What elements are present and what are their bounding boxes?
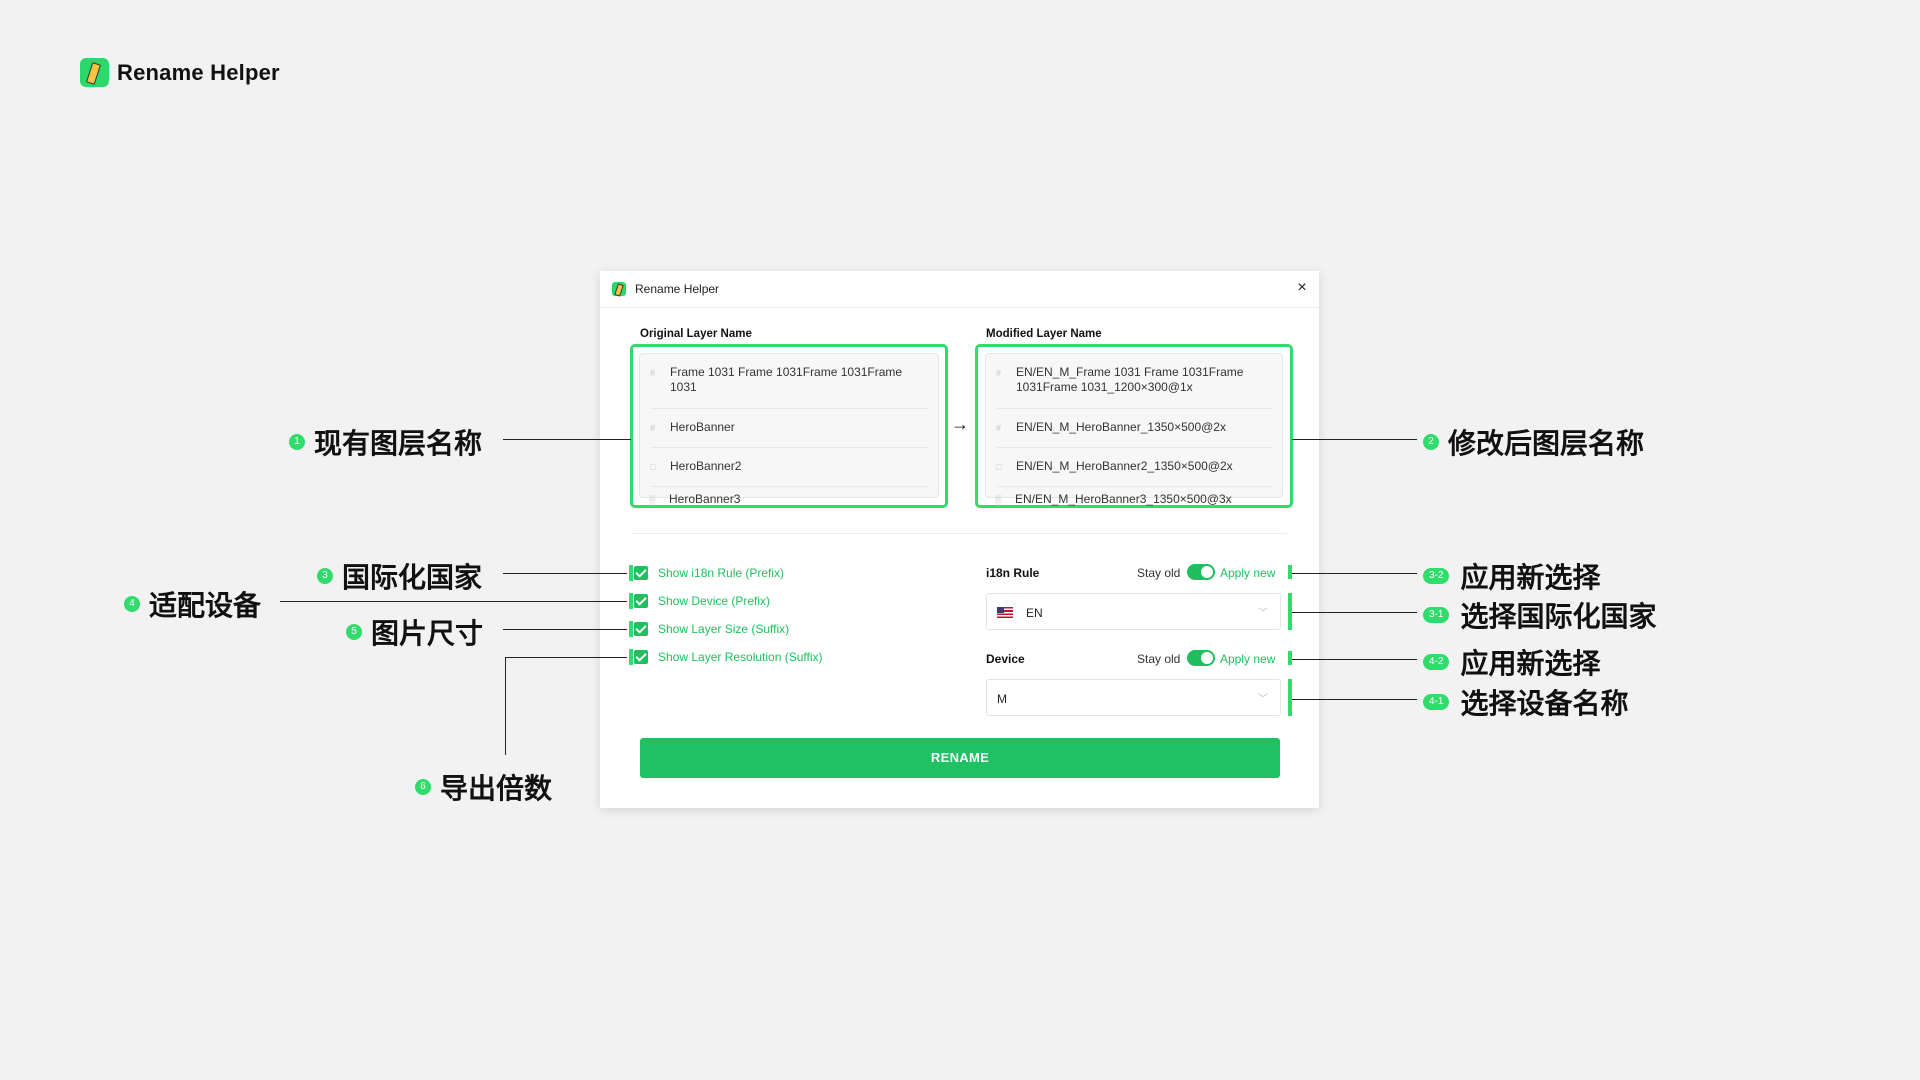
checkbox[interactable]	[634, 650, 648, 664]
annotation-badge: 2	[1423, 434, 1439, 450]
annotation-2: 2 修改后图层名称	[1423, 422, 1644, 462]
stay-old-label: Stay old	[1137, 652, 1181, 666]
layer-name: HeroBanner	[670, 420, 735, 434]
stay-old-label: Stay old	[1137, 566, 1181, 580]
annotation-text: 国际化国家	[342, 561, 483, 594]
window-titlebar: Rename Helper ×	[600, 271, 1319, 308]
annotation-badge: 6	[415, 779, 431, 795]
annotation-badge: 3	[317, 568, 333, 584]
modified-layer-list: # EN/EN_M_Frame 1031 Frame 1031Frame 103…	[985, 353, 1283, 498]
apply-new-label: Apply new	[1220, 566, 1276, 580]
original-label: Original Layer Name	[640, 328, 752, 340]
plugin-window: Rename Helper × Original Layer Name # Fr…	[600, 271, 1319, 808]
list-item[interactable]: # EN/EN_M_HeroBanner_1350×500@2x	[986, 420, 1282, 435]
frame-icon: #	[996, 423, 1002, 433]
annotation-3: 3 国际化国家	[317, 556, 482, 596]
option-show-device[interactable]: Show Device (Prefix)	[634, 594, 770, 608]
rectangle-icon: □	[996, 462, 1002, 472]
modified-label: Modified Layer Name	[986, 328, 1102, 340]
annotation-text: 导出倍数	[440, 772, 553, 805]
list-item[interactable]: # HeroBanner	[640, 420, 938, 435]
layer-name: EN/EN_M_Frame 1031 Frame 1031Frame 1031F…	[1016, 365, 1244, 394]
i18n-rule-label: i18n Rule	[986, 566, 1040, 580]
option-label: Show Device (Prefix)	[658, 594, 771, 608]
annotation-text: 应用新选择	[1460, 561, 1601, 594]
annotation-badge: 5	[346, 624, 362, 640]
layer-name: Frame 1031 Frame 1031Frame 1031Frame 103…	[670, 365, 903, 394]
option-show-resolution[interactable]: Show Layer Resolution (Suffix)	[634, 650, 823, 664]
layer-name: HeroBanner3	[669, 492, 741, 506]
annotation-badge: 3-1	[1423, 607, 1450, 623]
option-label: Show Layer Resolution (Suffix)	[658, 650, 823, 664]
annotation-3-1: 3-1 选择国际化国家	[1423, 595, 1656, 635]
layer-name: EN/EN_M_HeroBanner3_1350×500@3x	[1015, 492, 1232, 506]
apply-new-label: Apply new	[1220, 652, 1276, 666]
checkbox[interactable]	[634, 594, 648, 608]
window-title: Rename Helper	[635, 282, 720, 296]
annotation-badge: 3-2	[1423, 568, 1450, 584]
option-label: Show i18n Rule (Prefix)	[658, 566, 785, 580]
option-label: Show Layer Size (Suffix)	[658, 622, 790, 636]
annotation-4: 4 适配设备	[124, 584, 261, 624]
annotation-text: 现有图层名称	[314, 427, 483, 460]
close-icon[interactable]: ×	[1294, 280, 1310, 296]
device-value: M	[997, 692, 1007, 706]
annotation-6: 6 导出倍数	[415, 767, 552, 807]
brand-title: Rename Helper	[117, 59, 280, 85]
brand: Rename Helper	[80, 58, 280, 87]
option-show-size[interactable]: Show Layer Size (Suffix)	[634, 622, 789, 636]
annotation-4-1: 4-1 选择设备名称	[1423, 682, 1628, 722]
annotation-badge: 4	[124, 596, 140, 612]
annotation-badge: 4-2	[1423, 654, 1450, 670]
frame-icon: #	[650, 423, 656, 433]
list-item[interactable]: □ HeroBanner2	[640, 459, 938, 474]
list-item[interactable]: □ EN/EN_M_HeroBanner2_1350×500@2x	[986, 459, 1282, 474]
device-label: Device	[986, 652, 1025, 666]
annotation-text: 选择设备名称	[1460, 687, 1629, 720]
image-icon: ▒	[649, 495, 656, 505]
annotation-text: 选择国际化国家	[1460, 600, 1657, 633]
layer-name: HeroBanner2	[670, 459, 742, 473]
annotation-text: 图片尺寸	[371, 617, 484, 650]
us-flag-icon	[997, 607, 1013, 618]
option-show-i18n[interactable]: Show i18n Rule (Prefix)	[634, 566, 784, 580]
annotation-text: 适配设备	[149, 589, 262, 622]
layer-name: EN/EN_M_HeroBanner2_1350×500@2x	[1016, 459, 1233, 473]
image-icon: ▒	[995, 495, 1002, 505]
checkbox[interactable]	[634, 566, 648, 580]
checkbox[interactable]	[634, 622, 648, 636]
annotation-1: 1 现有图层名称	[289, 422, 482, 462]
annotation-badge: 4-1	[1423, 694, 1450, 710]
i18n-value: EN	[1026, 606, 1043, 620]
device-apply-toggle[interactable]	[1187, 650, 1215, 666]
i18n-apply-toggle[interactable]	[1187, 564, 1215, 580]
annotation-text: 修改后图层名称	[1448, 427, 1645, 460]
annotation-text: 应用新选择	[1460, 647, 1601, 680]
chevron-down-icon: ﹀	[1258, 694, 1268, 705]
annotation-3-2: 3-2 应用新选择	[1423, 556, 1600, 596]
rename-button[interactable]: RENAME	[640, 738, 1280, 778]
rectangle-icon: □	[650, 462, 656, 472]
layer-name: EN/EN_M_HeroBanner_1350×500@2x	[1016, 420, 1226, 434]
annotation-badge: 1	[289, 434, 305, 450]
list-item[interactable]: # Frame 1031 Frame 1031Frame 1031Frame 1…	[640, 365, 938, 395]
arrow-right-icon: →	[951, 414, 969, 434]
device-select[interactable]: M ﹀	[986, 679, 1281, 716]
frame-icon: #	[650, 368, 656, 378]
list-item[interactable]: # EN/EN_M_Frame 1031 Frame 1031Frame 103…	[986, 365, 1282, 395]
pencil-logo-icon	[80, 58, 109, 87]
list-item[interactable]: ▒ EN/EN_M_HeroBanner3_1350×500@3x	[995, 492, 1232, 507]
original-layer-list: # Frame 1031 Frame 1031Frame 1031Frame 1…	[639, 353, 939, 498]
pencil-logo-icon	[612, 282, 626, 297]
list-item[interactable]: ▒ HeroBanner3	[649, 492, 740, 507]
annotation-5: 5 图片尺寸	[346, 612, 483, 652]
chevron-down-icon: ﹀	[1258, 608, 1268, 619]
annotation-4-2: 4-2 应用新选择	[1423, 642, 1600, 682]
frame-icon: #	[996, 368, 1002, 378]
i18n-select[interactable]: EN ﹀	[986, 593, 1281, 630]
